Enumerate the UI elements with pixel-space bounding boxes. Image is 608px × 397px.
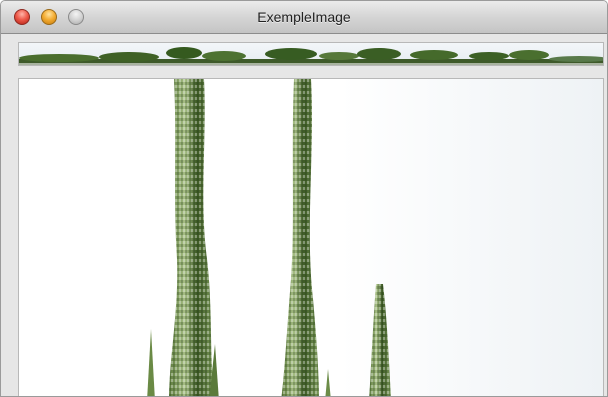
tall-grass-panel xyxy=(18,78,604,396)
landscape-strip-panel xyxy=(18,42,604,66)
window-title: ExempleImage xyxy=(257,9,351,25)
app-window: ExempleImage xyxy=(0,0,608,397)
tall-grass-image xyxy=(147,79,391,396)
landscape-strip-image xyxy=(19,43,603,65)
title-bar[interactable]: ExempleImage xyxy=(1,1,607,34)
window-content xyxy=(1,34,607,396)
